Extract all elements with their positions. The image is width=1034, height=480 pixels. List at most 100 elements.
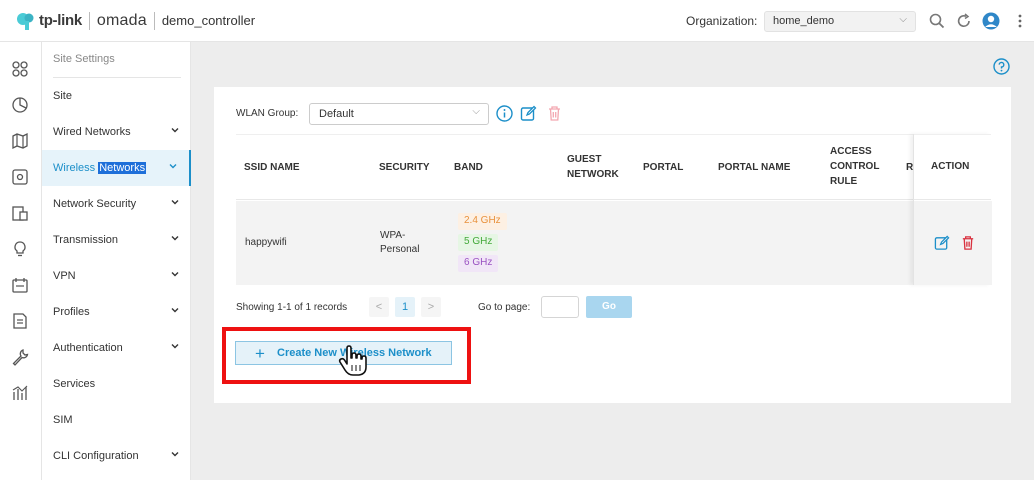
chevron-down-icon: ⌵ (899, 14, 907, 25)
reports-icon[interactable] (11, 312, 29, 330)
col-band: BAND (454, 162, 483, 173)
wlan-group-value: Default (319, 108, 354, 120)
delete-group-icon[interactable] (546, 105, 563, 122)
go-button[interactable]: Go (586, 296, 632, 318)
sidebar-item-label: Profiles (53, 306, 90, 318)
sidebar-item-label: VPN (53, 270, 76, 282)
wireless-label-text: Wireless Networks (53, 162, 147, 174)
organization-value: home_demo (773, 15, 835, 27)
tools-wrench-icon[interactable] (11, 348, 29, 366)
sidebar-item-authentication[interactable]: Authentication (42, 330, 191, 366)
dashboard-icon[interactable] (11, 60, 29, 78)
controller-separator (153, 11, 155, 30)
sidebar-item-wired-networks[interactable]: Wired Networks (42, 114, 191, 150)
band-badge-5ghz: 5 GHz (458, 234, 499, 251)
tp-link-logo[interactable]: tp-link omada demo_controller (14, 10, 255, 32)
settings-sidebar: Site Settings Site Wired Networks Wirele… (42, 42, 191, 480)
sidebar-item-label: Network Security (53, 198, 137, 210)
sidebar-item-label: Wireless Networks (53, 162, 147, 174)
sidebar-item-network-security[interactable]: Network Security (42, 186, 191, 222)
sidebar-item-cli-configuration[interactable]: CLI Configuration (42, 438, 191, 474)
col-guest-line2: NETWORK (567, 169, 619, 180)
action-cell (914, 201, 992, 285)
col-action: ACTION (931, 161, 970, 172)
security-cell: WPA- Personal (380, 229, 419, 257)
col-guest-network: GUEST NETWORK (567, 152, 619, 182)
prev-page-button[interactable]: < (369, 297, 389, 317)
col-security: SECURITY (379, 162, 430, 173)
edit-group-icon[interactable] (520, 105, 537, 122)
chevron-down-icon (171, 128, 179, 133)
statistics-icon[interactable] (11, 96, 29, 114)
help-icon[interactable] (993, 58, 1010, 75)
sidebar-item-label: Transmission (53, 234, 118, 246)
refresh-icon[interactable] (955, 12, 973, 30)
chevron-down-icon (171, 308, 179, 313)
chevron-down-icon (171, 236, 179, 241)
goto-page-label: Go to page: (478, 302, 531, 313)
brand-separator (88, 11, 90, 30)
analytics-icon[interactable] (11, 384, 29, 402)
sidebar-item-label: Authentication (53, 342, 123, 354)
band-badge-2-4ghz: 2.4 GHz (458, 213, 507, 230)
col-access-control-rule: ACCESS CONTROL RULE (830, 144, 879, 189)
action-column: ACTION (913, 134, 992, 285)
sidebar-item-label: Site (53, 90, 72, 102)
sidebar-item-services[interactable]: Services (42, 366, 191, 402)
controller-name: demo_controller (161, 13, 256, 28)
chevron-down-icon (171, 344, 179, 349)
user-avatar-icon[interactable] (982, 12, 1000, 30)
search-icon[interactable] (928, 12, 946, 30)
chevron-down-icon (171, 272, 179, 277)
sidebar-item-transmission[interactable]: Transmission (42, 222, 191, 258)
table-header: SSID NAME SECURITY BAND GUEST NETWORK PO… (236, 134, 991, 200)
security-line1: WPA- (380, 230, 406, 241)
more-vertical-icon[interactable] (1011, 12, 1029, 30)
clients-icon[interactable] (11, 204, 29, 222)
col-acl-line1: ACCESS (830, 146, 872, 157)
delete-icon[interactable] (960, 235, 976, 251)
security-line2: Personal (380, 244, 420, 255)
chevron-down-icon (169, 164, 177, 169)
sidebar-item-wireless-networks[interactable]: Wireless Networks (42, 150, 191, 186)
col-portal-name: PORTAL NAME (718, 162, 791, 173)
sidebar-item-site[interactable]: Site (42, 78, 191, 114)
edit-icon[interactable] (934, 235, 950, 251)
sidebar-item-profiles[interactable]: Profiles (42, 294, 191, 330)
ssid-cell: happywifi (245, 237, 287, 248)
sidebar-item-label: Wired Networks (53, 126, 131, 138)
devices-icon[interactable] (11, 168, 29, 186)
organization-select[interactable]: home_demo ⌵ (764, 11, 916, 32)
sidebar-item-label: CLI Configuration (53, 450, 139, 462)
page-number-button[interactable]: 1 (395, 297, 415, 317)
goto-page-input[interactable] (541, 296, 579, 318)
next-page-button[interactable]: > (421, 297, 441, 317)
map-icon[interactable] (11, 132, 29, 150)
col-portal: PORTAL (643, 162, 684, 173)
sidebar-item-vpn[interactable]: VPN (42, 258, 191, 294)
records-summary: Showing 1-1 of 1 records (236, 302, 348, 313)
sidebar-item-label: SIM (53, 414, 73, 426)
top-bar: tp-link omada demo_controller Organizati… (0, 0, 1034, 42)
logs-icon[interactable] (11, 276, 29, 294)
sidebar-header: Site Settings (53, 53, 115, 65)
info-icon[interactable] (496, 105, 513, 122)
organization-label: Organization: (686, 14, 758, 28)
col-guest-line1: GUEST (567, 154, 602, 165)
band-badge-6ghz: 6 GHz (458, 255, 499, 272)
sidebar-item-sim[interactable]: SIM (42, 402, 191, 438)
wlan-group-select[interactable]: Default ⌵ (309, 103, 489, 125)
plus-icon: + (255, 344, 265, 363)
chevron-down-icon (171, 200, 179, 205)
insights-bulb-icon[interactable] (11, 240, 29, 258)
col-acl-line2: CONTROL (830, 161, 880, 172)
col-ssid-name: SSID NAME (244, 162, 300, 173)
wlan-group-label: WLAN Group: (236, 108, 299, 119)
chevron-down-icon: ⌵ (472, 106, 480, 117)
chevron-down-icon (171, 452, 179, 457)
left-icon-rail (0, 42, 42, 480)
brand-omada: omada (96, 11, 147, 29)
table-row[interactable]: happywifi WPA- Personal 2.4 GHz 5 GHz 6 … (236, 201, 991, 285)
sidebar-item-label: Services (53, 378, 96, 390)
brand-tp-link: tp-link (39, 12, 82, 29)
